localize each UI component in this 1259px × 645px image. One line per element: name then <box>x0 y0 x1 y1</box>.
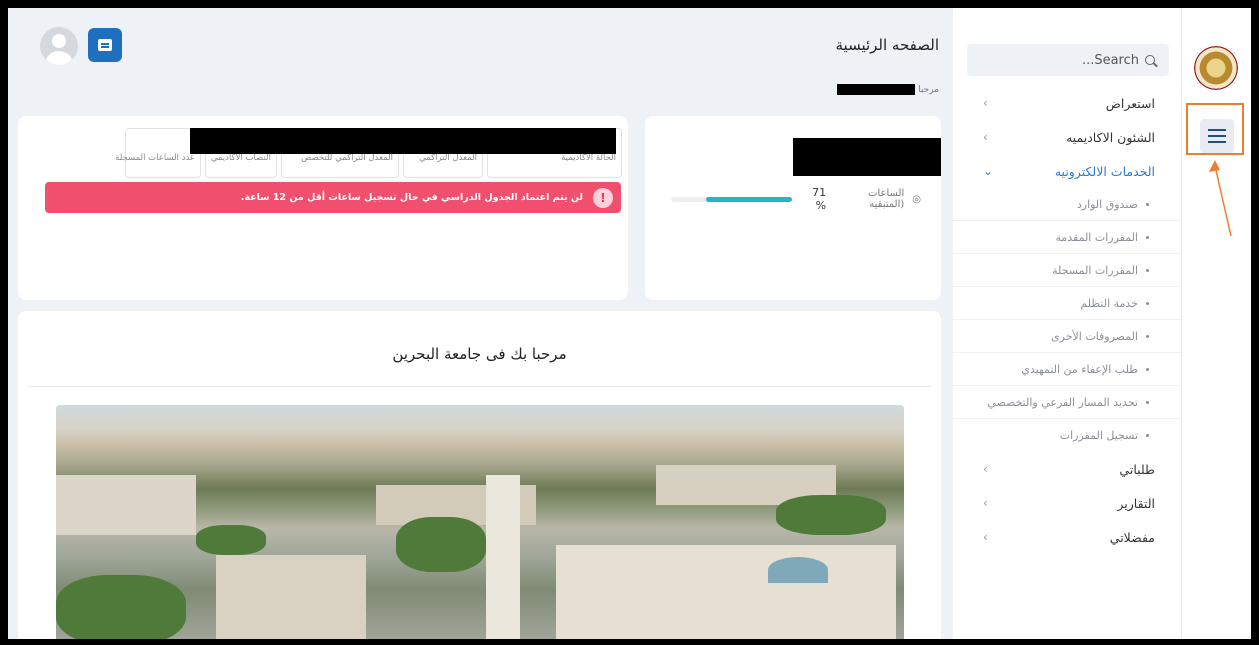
subitem-label: المصروفات الأخرى <box>1051 329 1138 343</box>
icon-rail <box>1181 8 1251 639</box>
chevron-down-icon: ⌄ <box>983 164 994 178</box>
greeting: مرحبا <box>837 84 939 95</box>
hours-progress-bar <box>671 196 792 202</box>
sidebar-item-label: مفضلاتي <box>1109 529 1155 545</box>
bullet-icon <box>1146 367 1149 371</box>
sidebar-item-my-requests[interactable]: طلباتي › <box>953 452 1181 486</box>
university-logo <box>1194 46 1238 90</box>
sidebar-item-label: التقارير <box>1117 495 1155 511</box>
search-input[interactable]: ...Search <box>967 44 1169 76</box>
bullet-icon <box>1146 301 1149 305</box>
sidebar-item-label: الشئون الاكاديميه <box>1066 129 1155 145</box>
clock-tower <box>486 475 520 639</box>
sidebar: ...Search استعراض › الشئون الاكاديميه › … <box>953 8 1181 639</box>
tree <box>56 575 186 639</box>
greeting-label: مرحبا <box>918 84 939 95</box>
chevron-left-icon: › <box>983 96 988 110</box>
bullet-icon <box>1146 334 1149 338</box>
sidebar-item-academic-affairs[interactable]: الشئون الاكاديميه › <box>953 120 1181 154</box>
chat-icon[interactable] <box>88 28 122 62</box>
sidebar-subitem-offered-courses[interactable]: المقررات المقدمة <box>953 221 1181 254</box>
registration-alert: ! لن يتم اعتماد الجدول الدراسي في حال تس… <box>45 182 621 213</box>
building <box>216 555 366 639</box>
chevron-left-icon: › <box>983 496 988 510</box>
divider <box>28 386 931 387</box>
redacted-name <box>837 84 916 95</box>
academic-stats-card: الحالة الاكاديمية المعدل التراكمي المعدل… <box>18 116 628 300</box>
search-icon <box>1145 55 1155 65</box>
bullet-icon <box>1146 400 1149 404</box>
subitem-label: صندوق الوارد <box>1076 197 1138 211</box>
page-title: الصفحه الرئيسية <box>835 36 940 54</box>
sidebar-item-reports[interactable]: التقارير › <box>953 486 1181 520</box>
subitem-label: تحديد المسار الفرعي والتخصصي <box>987 395 1138 409</box>
sidebar-menu: استعراض › الشئون الاكاديميه › الخدمات ال… <box>953 86 1181 554</box>
sidebar-item-e-services[interactable]: الخدمات الالكترونيه ⌄ <box>953 154 1181 188</box>
subitem-label: طلب الإعفاء من التمهيدي <box>1021 362 1138 376</box>
sidebar-item-label: الخدمات الالكترونيه <box>1054 163 1155 179</box>
clock-icon: ◎ <box>912 193 921 205</box>
sidebar-subitem-registered-courses[interactable]: المقررات المسجلة <box>953 254 1181 287</box>
hours-label: الساعات (المتبقيه <box>868 188 905 210</box>
subitem-label: خدمة التظلم <box>1080 296 1138 310</box>
welcome-title: مرحبا بك فى جامعة البحرين <box>392 345 567 363</box>
remaining-hours: ◎ الساعات (المتبقيه 71 % <box>671 186 921 212</box>
progress-fill <box>706 196 792 202</box>
bullet-icon <box>1146 268 1149 272</box>
sidebar-subitem-course-registration[interactable]: تسجيل المقررات <box>953 419 1181 452</box>
redacted-block <box>793 138 941 176</box>
sidebar-subitem-exemption[interactable]: طلب الإعفاء من التمهيدي <box>953 353 1181 386</box>
annotation-highlight-box <box>1186 103 1244 155</box>
bullet-icon <box>1146 434 1149 437</box>
search-placeholder: ...Search <box>1081 52 1139 68</box>
building <box>56 475 196 535</box>
hours-card: ◎ الساعات (المتبقيه 71 % <box>645 116 941 300</box>
chevron-left-icon: › <box>983 462 988 476</box>
dome <box>768 557 828 583</box>
hours-percent: 71 % <box>812 186 827 212</box>
tree <box>396 517 486 572</box>
annotation-arrow-icon <box>1209 160 1232 237</box>
avatar[interactable] <box>40 27 78 65</box>
campus-photo <box>56 405 904 639</box>
subitem-label: المقررات المقدمة <box>1055 230 1138 244</box>
sidebar-item-label: استعراض <box>1105 95 1155 111</box>
alert-text: لن يتم اعتماد الجدول الدراسي في حال تسجي… <box>240 192 583 203</box>
subitem-label: المقررات المسجلة <box>1052 263 1138 277</box>
warning-icon: ! <box>593 187 613 208</box>
redacted-block <box>190 128 616 154</box>
tree <box>196 525 266 555</box>
chevron-left-icon: › <box>983 130 988 144</box>
sidebar-item-label: طلباتي <box>1119 461 1155 477</box>
sidebar-subitem-track[interactable]: تحديد المسار الفرعي والتخصصي <box>953 386 1181 419</box>
subitem-label: تسجيل المقررات <box>1059 429 1138 442</box>
app-frame: ...Search استعراض › الشئون الاكاديميه › … <box>8 8 1251 639</box>
welcome-card: مرحبا بك فى جامعة البحرين <box>18 311 941 639</box>
building <box>556 545 896 639</box>
sidebar-item-favorites[interactable]: مفضلاتي › <box>953 520 1181 554</box>
sidebar-subitem-grievance[interactable]: خدمة التظلم <box>953 287 1181 320</box>
sidebar-item-browse[interactable]: استعراض › <box>953 86 1181 120</box>
chevron-left-icon: › <box>983 530 988 544</box>
sidebar-subitem-other-fees[interactable]: المصروفات الأخرى <box>953 320 1181 353</box>
bullet-icon <box>1146 202 1149 206</box>
tree <box>776 495 886 535</box>
bullet-icon <box>1146 235 1149 239</box>
sidebar-subitem-inbox[interactable]: صندوق الوارد <box>953 188 1181 221</box>
